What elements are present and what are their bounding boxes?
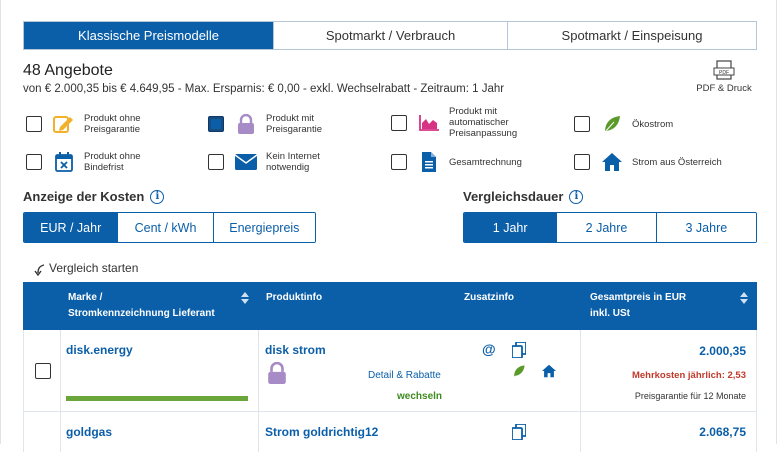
product-name[interactable]: disk strom	[265, 343, 326, 357]
lock-icon	[234, 113, 258, 135]
compare-start-label: Vergleich starten	[49, 261, 139, 275]
filter-label: Produkt mit automatischer Preisanpassung	[449, 106, 518, 139]
filter-checkbox[interactable]	[26, 116, 42, 132]
filter-kein-internet[interactable]: Kein Internet notwendig	[208, 151, 336, 173]
divider	[258, 412, 259, 452]
results-table-header: Marke / Stromkennzeichnung Lieferant Pro…	[23, 282, 757, 330]
filter-automatische-preisanpassung[interactable]: Produkt mit automatischer Preisanpassung	[391, 106, 529, 139]
table-row: goldgas Strom goldrichtig12 2.068,75	[23, 412, 757, 452]
divider	[580, 412, 581, 452]
svg-text:PDF: PDF	[719, 70, 729, 76]
table-row: disk.energy disk strom Detail & Rabatte …	[23, 330, 757, 412]
divider	[580, 330, 581, 411]
area-chart-icon	[417, 112, 441, 134]
offer-count: 48 Angebote	[23, 62, 113, 79]
pdf-icon: PDF	[713, 60, 735, 80]
leaf-icon	[512, 364, 526, 383]
calendar-x-icon	[52, 151, 76, 173]
filter-label: Produkt mit Preisgarantie	[266, 113, 322, 135]
filter-checkbox[interactable]	[26, 154, 42, 170]
pdf-print-label: PDF & Druck	[696, 83, 752, 94]
document-icon	[417, 151, 441, 173]
filter-label: Produkt ohne Preisgarantie	[84, 113, 141, 135]
filter-checkbox[interactable]	[208, 154, 224, 170]
filter-checkbox[interactable]	[391, 114, 407, 131]
edit-icon	[52, 113, 76, 135]
period-toggle: 1 Jahr 2 Jahre 3 Jahre	[463, 212, 757, 243]
info-icon[interactable]: i	[150, 189, 165, 204]
copy-icon	[511, 423, 527, 445]
copy-icon	[511, 341, 527, 363]
compare-start[interactable]: Vergleich starten	[34, 260, 138, 276]
header-product: Produktinfo	[266, 292, 323, 303]
envelope-icon	[234, 151, 258, 173]
header-extra: Zusatzinfo	[464, 292, 514, 303]
total-price: 2.000,35	[699, 344, 746, 358]
period-option-1-jahr[interactable]: 1 Jahr	[464, 213, 558, 242]
period-option-3-jahre[interactable]: 3 Jahre	[656, 213, 756, 242]
filter-ohne-bindefrist[interactable]: Produkt ohne Bindefrist	[26, 151, 154, 173]
product-name[interactable]: Strom goldrichtig12	[265, 425, 378, 439]
price-guarantee-note: Preisgarantie für 12 Monate	[634, 391, 746, 401]
house-icon	[541, 364, 557, 383]
header-price[interactable]: Gesamtpreis in EUR inkl. USt	[590, 290, 686, 322]
leaf-icon	[600, 113, 624, 135]
result-summary: von € 2.000,35 bis € 4.649,95 - Max. Ers…	[23, 83, 505, 95]
cost-display-title: Anzeige der Kosten	[23, 189, 145, 204]
brand-name[interactable]: disk.energy	[66, 343, 133, 357]
compare-checkbox[interactable]	[35, 363, 51, 379]
filter-checkbox[interactable]	[208, 116, 224, 132]
filter-label: Strom aus Österreich	[632, 156, 722, 168]
filter-oekostrom[interactable]: Ökostrom	[574, 113, 712, 135]
filter-mit-preisgarantie[interactable]: Produkt mit Preisgarantie	[208, 113, 336, 135]
filter-ohne-preisgarantie[interactable]: Produkt ohne Preisgarantie	[26, 113, 154, 135]
cost-display-heading: Anzeige der Kosten i	[23, 189, 165, 204]
divider	[60, 412, 61, 452]
filter-label: Gesamtrechnung	[449, 156, 522, 168]
divider	[60, 330, 61, 411]
filter-gesamtrechnung[interactable]: Gesamtrechnung	[391, 151, 529, 173]
label-bar	[66, 396, 248, 401]
filter-checkbox[interactable]	[574, 116, 590, 132]
cost-option-cent-kwh[interactable]: Cent / kWh	[118, 213, 214, 242]
filter-strom-oesterreich[interactable]: Strom aus Österreich	[574, 151, 732, 173]
at-icon: @	[482, 341, 496, 357]
tab-spotmarkt-verbrauch[interactable]: Spotmarkt / Verbrauch	[274, 22, 508, 49]
period-option-2-jahre[interactable]: 2 Jahre	[557, 213, 657, 242]
brand-name[interactable]: goldgas	[66, 425, 112, 439]
header-brand[interactable]: Marke / Stromkennzeichnung Lieferant	[68, 290, 215, 322]
lock-icon	[267, 361, 287, 389]
period-title: Vergleichsdauer	[463, 189, 564, 204]
house-icon	[600, 151, 624, 173]
cost-display-toggle: EUR / Jahr Cent / kWh Energiepreis	[23, 212, 316, 243]
tab-klassische-preismodelle[interactable]: Klassische Preismodelle	[24, 22, 274, 49]
cost-option-eur-jahr[interactable]: EUR / Jahr	[24, 213, 119, 242]
pricing-model-tabs: Klassische Preismodelle Spotmarkt / Verb…	[23, 21, 757, 50]
page-frame: Klassische Preismodelle Spotmarkt / Verb…	[0, 0, 777, 452]
extra-cost: Mehrkosten jährlich: 2,53	[631, 370, 746, 381]
filter-checkbox[interactable]	[391, 154, 407, 170]
details-link[interactable]: Detail & Rabatte	[368, 370, 441, 381]
filter-label: Kein Internet notwendig	[266, 151, 320, 173]
tab-spotmarkt-einspeisung[interactable]: Spotmarkt / Einspeisung	[508, 22, 756, 49]
filter-label: Ökostrom	[632, 118, 674, 130]
filter-checkbox[interactable]	[574, 154, 590, 170]
pdf-print-button[interactable]: PDF PDF & Druck	[691, 60, 757, 94]
filter-label: Produkt ohne Bindefrist	[84, 151, 141, 173]
cost-option-energiepreis[interactable]: Energiepreis	[213, 213, 315, 242]
info-icon[interactable]: i	[569, 189, 584, 204]
switch-link[interactable]: wechseln	[397, 391, 442, 402]
period-heading: Vergleichsdauer i	[463, 189, 584, 204]
divider	[258, 330, 259, 411]
total-price: 2.068,75	[699, 425, 746, 439]
arrow-down-left-icon	[34, 264, 45, 276]
